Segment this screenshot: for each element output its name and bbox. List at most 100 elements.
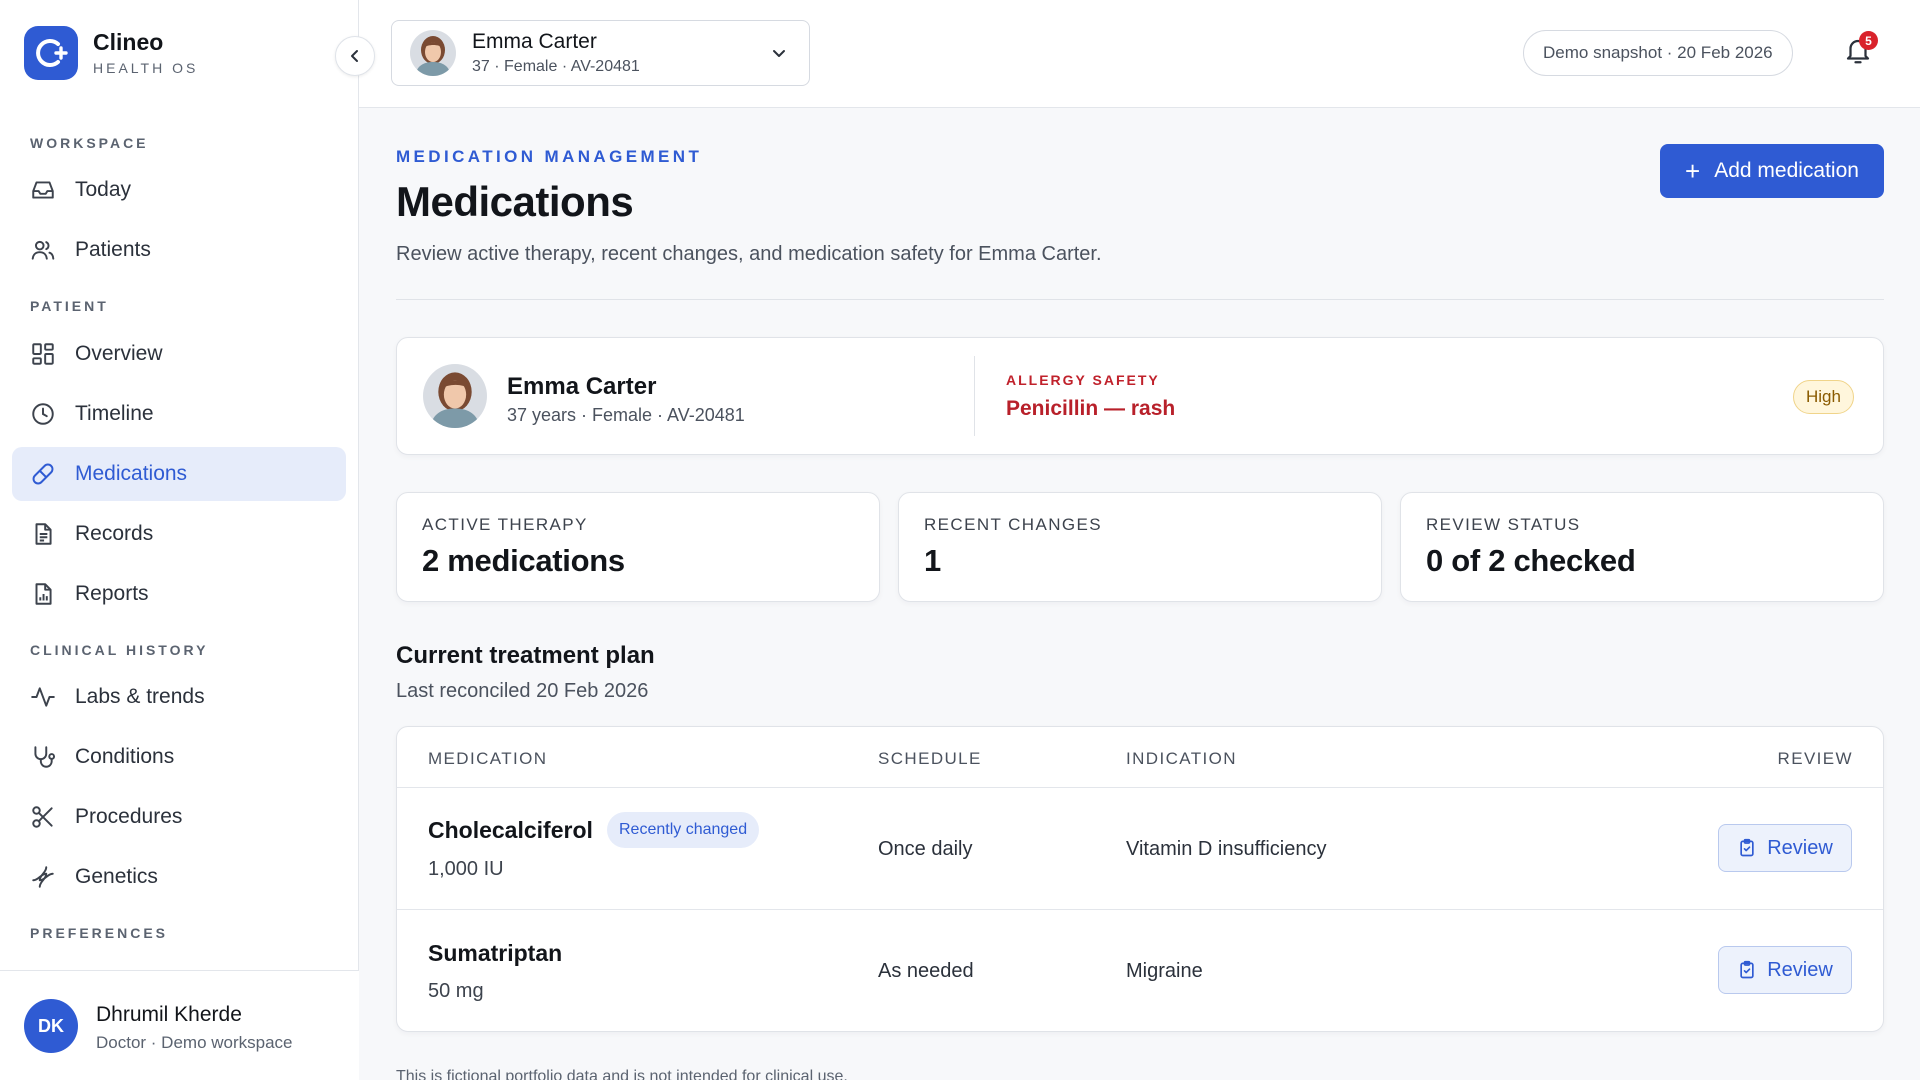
allergy-value: Penicillin — rash <box>1006 397 1176 420</box>
report-icon <box>30 581 56 607</box>
user-account[interactable]: DK Dhrumil Kherde Doctor · Demo workspac… <box>0 970 359 1080</box>
chevron-down-icon <box>769 43 789 68</box>
sidebar-item-label: Genetics <box>75 865 158 888</box>
chevron-left-icon <box>347 48 363 64</box>
column-header-indication: INDICATION <box>1126 749 1237 768</box>
inbox-icon <box>30 177 56 203</box>
review-button[interactable]: Review <box>1718 824 1852 872</box>
medication-dose: 50 mg <box>428 980 484 1002</box>
disclaimer-footnote: This is fictional portfolio data and is … <box>396 1068 848 1080</box>
sidebar-item-genetics[interactable]: Genetics <box>12 850 346 904</box>
plus-icon: + <box>1685 155 1701 186</box>
stat-label: ACTIVE THERAPY <box>422 515 588 534</box>
sidebar-item-label: Reports <box>75 582 149 605</box>
nav-section-patient: PATIENT <box>30 298 109 314</box>
patient-selector-meta: 37 · Female · AV-20481 <box>472 58 640 75</box>
brand-subtitle: HEALTH OS <box>93 59 199 76</box>
sidebar-item-conditions[interactable]: Conditions <box>12 730 346 784</box>
clipboard-check-icon <box>1737 960 1757 980</box>
column-header-schedule: SCHEDULE <box>878 749 982 768</box>
sidebar-item-label: Conditions <box>75 745 175 768</box>
dna-icon <box>30 864 56 890</box>
clock-icon <box>30 401 56 427</box>
pill-icon <box>30 461 56 487</box>
nav-section-preferences: PREFERENCES <box>30 925 169 941</box>
column-header-medication: MEDICATION <box>428 749 548 768</box>
review-label: Review <box>1767 836 1833 859</box>
brand-name: Clineo <box>93 29 164 56</box>
row-divider <box>397 787 1883 788</box>
stat-value: 2 medications <box>422 543 625 578</box>
snapshot-badge: Demo snapshot · 20 Feb 2026 <box>1523 30 1793 76</box>
user-role: Doctor · Demo workspace <box>96 1033 293 1052</box>
patient-name: Emma Carter <box>507 373 657 400</box>
treatment-plan-subtitle: Last reconciled 20 Feb 2026 <box>396 680 649 702</box>
sidebar-item-today[interactable]: Today <box>12 163 346 217</box>
review-button[interactable]: Review <box>1718 946 1852 994</box>
medication-schedule: As needed <box>878 960 974 982</box>
patient-summary-card: Emma Carter 37 years · Female · AV-20481… <box>396 337 1884 455</box>
stat-value: 0 of 2 checked <box>1426 543 1636 578</box>
clipboard-check-icon <box>1737 838 1757 858</box>
allergy-label: ALLERGY SAFETY <box>1006 372 1160 388</box>
medication-indication: Migraine <box>1126 960 1203 982</box>
header-divider <box>396 299 1884 300</box>
medication-dose: 1,000 IU <box>428 858 504 880</box>
sidebar-item-label: Overview <box>75 342 163 365</box>
sidebar-item-label: Timeline <box>75 402 154 425</box>
patient-avatar <box>423 364 487 428</box>
users-icon <box>30 237 56 263</box>
add-medication-button[interactable]: + Add medication <box>1660 144 1884 198</box>
nav-section-clinical-history: CLINICAL HISTORY <box>30 642 209 658</box>
grid-icon <box>30 341 56 367</box>
severity-badge: High <box>1793 380 1854 414</box>
medication-name: Sumatriptan <box>428 940 563 966</box>
sidebar-item-label: Today <box>75 178 132 201</box>
page-subtitle: Review active therapy, recent changes, a… <box>396 243 1102 265</box>
collapse-sidebar-button[interactable] <box>335 36 375 76</box>
stat-value: 1 <box>924 543 941 578</box>
stat-card-active-therapy: ACTIVE THERAPY 2 medications <box>396 492 880 602</box>
sidebar-item-labs-trends[interactable]: Labs & trends <box>12 670 346 724</box>
topbar: Emma Carter 37 · Female · AV-20481 Demo … <box>359 0 1920 108</box>
stethoscope-icon <box>30 744 56 770</box>
treatment-plan-title: Current treatment plan <box>396 642 655 669</box>
medication-name: Cholecalciferol <box>428 817 593 843</box>
row-divider <box>397 909 1883 910</box>
patient-selector-name: Emma Carter <box>472 30 597 53</box>
patient-selector[interactable]: Emma Carter 37 · Female · AV-20481 <box>391 20 810 86</box>
user-name: Dhrumil Kherde <box>96 1003 242 1026</box>
stat-label: RECENT CHANGES <box>924 515 1102 534</box>
sidebar-item-label: Medications <box>75 462 188 485</box>
sidebar-item-label: Records <box>75 522 154 545</box>
sidebar-item-timeline[interactable]: Timeline <box>12 387 346 441</box>
sidebar: Clineo HEALTH OS WORKSPACE Today Patient… <box>0 0 359 1080</box>
stat-label: REVIEW STATUS <box>1426 515 1581 534</box>
sidebar-item-label: Patients <box>75 238 151 261</box>
column-header-review: REVIEW <box>1777 749 1853 768</box>
patient-meta: 37 years · Female · AV-20481 <box>507 405 745 425</box>
document-icon <box>30 521 56 547</box>
add-medication-label: Add medication <box>1714 159 1859 182</box>
sidebar-item-patients[interactable]: Patients <box>12 223 346 277</box>
patient-avatar <box>410 30 456 76</box>
sidebar-item-records[interactable]: Records <box>12 507 346 561</box>
review-label: Review <box>1767 958 1833 981</box>
sidebar-item-label: Procedures <box>75 805 183 828</box>
card-divider <box>974 356 975 436</box>
recently-changed-badge: Recently changed <box>607 812 760 848</box>
stat-card-review-status: REVIEW STATUS 0 of 2 checked <box>1400 492 1884 602</box>
sidebar-item-reports[interactable]: Reports <box>12 567 346 621</box>
stat-card-recent-changes: RECENT CHANGES 1 <box>898 492 1382 602</box>
medication-indication: Vitamin D insufficiency <box>1126 838 1327 860</box>
page-title: Medications <box>396 178 634 225</box>
scissors-icon <box>30 804 56 830</box>
sidebar-item-medications[interactable]: Medications <box>12 447 346 501</box>
nav-section-workspace: WORKSPACE <box>30 135 149 151</box>
sidebar-item-overview[interactable]: Overview <box>12 327 346 381</box>
notification-count-badge: 5 <box>1859 31 1878 50</box>
brand[interactable]: Clineo HEALTH OS <box>24 26 198 80</box>
activity-icon <box>30 684 56 710</box>
sidebar-item-procedures[interactable]: Procedures <box>12 790 346 844</box>
sidebar-item-label: Labs & trends <box>75 685 205 708</box>
